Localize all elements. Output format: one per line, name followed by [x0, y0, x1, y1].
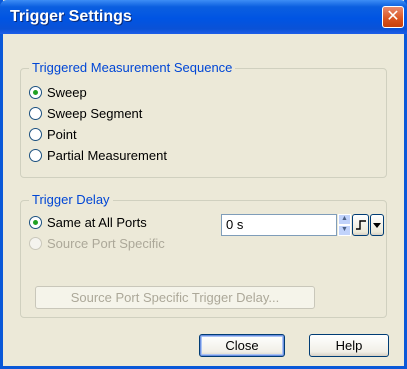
radio-sweep-label: Sweep	[47, 84, 87, 100]
radio-point-indicator[interactable]	[29, 127, 42, 141]
sequence-group-label: Triggered Measurement Sequence	[29, 60, 236, 75]
step-glyph	[355, 220, 366, 230]
radio-same-all-ports-label: Same at All Ports	[47, 214, 147, 230]
radio-source-port-specific-indicator[interactable]	[29, 236, 42, 250]
radio-partial-measurement[interactable]: Partial Measurement	[29, 146, 167, 164]
radio-sweep-segment-label: Sweep Segment	[47, 105, 143, 121]
radio-sweep-indicator[interactable]	[29, 85, 42, 99]
radio-source-port-specific[interactable]: Source Port Specific	[29, 234, 165, 252]
radio-same-all-ports[interactable]: Same at All Ports	[29, 213, 147, 231]
step-icon[interactable]	[352, 214, 369, 236]
trigger-delay-group-label: Trigger Delay	[29, 192, 113, 207]
dropdown-arrow-icon[interactable]	[370, 214, 384, 236]
close-icon[interactable]: ✕	[382, 6, 404, 28]
radio-partial-measurement-indicator[interactable]	[29, 148, 42, 162]
dialog-title: Trigger Settings	[10, 8, 132, 25]
radio-sweep-segment-indicator[interactable]	[29, 106, 42, 120]
radio-partial-measurement-label: Partial Measurement	[47, 147, 167, 163]
spin-updown-icon[interactable]: ▲ ▼	[338, 214, 351, 236]
radio-sweep[interactable]: Sweep	[29, 83, 87, 101]
source-port-specific-delay-button[interactable]: Source Port Specific Trigger Delay...	[35, 286, 315, 309]
radio-source-port-specific-label: Source Port Specific	[47, 235, 165, 251]
sequence-group: Triggered Measurement Sequence Sweep Swe…	[20, 60, 387, 178]
trigger-settings-dialog: Trigger Settings ✕ Triggered Measurement…	[0, 0, 407, 369]
help-button[interactable]: Help	[309, 334, 389, 357]
title-bar[interactable]: Trigger Settings ✕	[0, 0, 407, 34]
radio-point-label: Point	[47, 126, 77, 142]
trigger-delay-input[interactable]: 0 s	[221, 214, 337, 236]
spin-down[interactable]: ▼	[338, 225, 351, 236]
spin-up[interactable]: ▲	[338, 214, 351, 225]
close-button[interactable]: Close	[199, 334, 285, 357]
radio-point[interactable]: Point	[29, 125, 77, 143]
dropdown-glyph	[373, 223, 381, 228]
trigger-delay-group: Trigger Delay Same at All Ports Source P…	[20, 192, 387, 318]
radio-same-all-ports-indicator[interactable]	[29, 215, 42, 229]
radio-sweep-segment[interactable]: Sweep Segment	[29, 104, 142, 122]
